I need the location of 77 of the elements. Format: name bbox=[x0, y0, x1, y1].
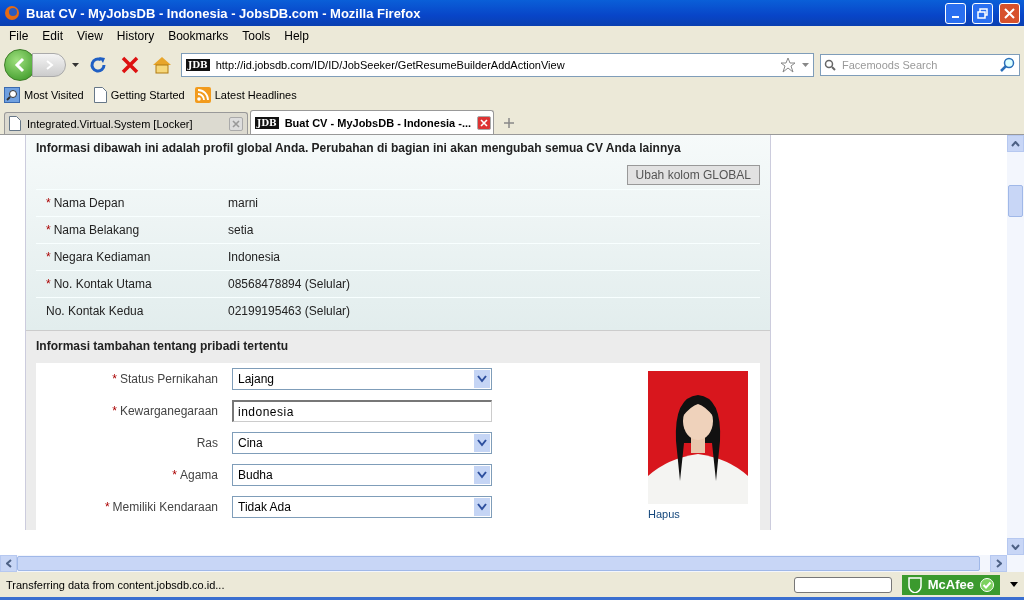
reload-icon bbox=[88, 55, 108, 75]
dropdown[interactable]: Budha bbox=[232, 464, 492, 486]
menu-item[interactable]: Edit bbox=[35, 29, 71, 43]
bookmark-link[interactable]: Getting Started bbox=[93, 87, 185, 103]
field-value: 08568478894 (Selular) bbox=[228, 277, 351, 291]
stop-icon bbox=[121, 56, 139, 74]
site-icon: JDB bbox=[255, 116, 279, 129]
field-value: setia bbox=[228, 223, 254, 237]
minimize-button[interactable] bbox=[945, 2, 966, 24]
search-icon[interactable] bbox=[1000, 57, 1016, 73]
menu-item[interactable]: View bbox=[70, 29, 110, 43]
field-label: * Nama Belakang bbox=[46, 223, 141, 237]
vertical-scrollbar[interactable] bbox=[1007, 135, 1024, 555]
close-icon bbox=[480, 118, 489, 127]
window-title: Buat CV - MyJobsDB - Indonesia - JobsDB.com - Mozilla Firefox bbox=[26, 5, 422, 21]
field-value: Indonesia bbox=[228, 250, 281, 264]
menu-item[interactable]: File bbox=[2, 29, 36, 43]
section-heading: Informasi tambahan tentang pribadi tertentu bbox=[36, 339, 290, 353]
notice-text: Informasi dibawah ini adalah profil global Anda. Perubahan di bagian ini akan mengubah semua CV Anda lainnya bbox=[36, 141, 681, 155]
menu-item[interactable]: History bbox=[109, 29, 162, 43]
field-label: * Memiliki Kendaraan bbox=[103, 500, 218, 514]
field-label: * Negara Kediaman bbox=[46, 250, 152, 264]
firefox-icon bbox=[4, 5, 20, 21]
page-icon bbox=[9, 116, 21, 131]
field-label: * Agama bbox=[171, 468, 218, 482]
browser-tab[interactable]: Integrated.Virtual.System [Locker] bbox=[4, 112, 248, 134]
menu-item[interactable]: Help bbox=[277, 29, 316, 43]
menu-item[interactable]: Bookmarks bbox=[161, 29, 236, 43]
field-label: * Nama Depan bbox=[46, 196, 126, 210]
forward-button[interactable] bbox=[32, 53, 66, 77]
field-label: Ras bbox=[195, 436, 218, 450]
close-icon bbox=[232, 119, 240, 128]
field-value: marni bbox=[228, 196, 258, 210]
search-field[interactable]: Facemoods Search bbox=[820, 54, 1020, 76]
dropdown[interactable]: Tidak Ada bbox=[232, 496, 492, 518]
star-icon[interactable] bbox=[780, 57, 796, 73]
scroll-thumb[interactable] bbox=[1008, 185, 1023, 217]
plus-icon bbox=[504, 118, 514, 128]
page-icon bbox=[93, 87, 107, 103]
search-icon bbox=[824, 59, 836, 71]
menu-item[interactable]: Tools bbox=[235, 29, 278, 43]
dropdown[interactable]: Cina bbox=[232, 432, 492, 454]
scroll-right-button[interactable] bbox=[990, 555, 1007, 572]
shield-icon bbox=[907, 576, 922, 593]
field-label: * No. Kontak Utama bbox=[46, 277, 153, 291]
field-label: * Status Pernikahan bbox=[111, 372, 218, 386]
input-field[interactable]: indonesia bbox=[232, 400, 492, 422]
horizontal-scrollbar[interactable] bbox=[0, 555, 1024, 572]
dropdown-arrow-icon[interactable] bbox=[1010, 582, 1018, 587]
dropdown-arrow-icon[interactable] bbox=[72, 63, 79, 67]
address-field[interactable]: JDB http://id.jobsdb.com/ID/ID/JobSeeker/GetResumeBuilderAddActionView bbox=[181, 53, 814, 77]
magnifier-icon bbox=[4, 87, 20, 103]
minimize-icon bbox=[952, 16, 959, 18]
addon-button[interactable]: McAfee bbox=[901, 574, 1000, 595]
feed-icon bbox=[194, 87, 211, 103]
scroll-thumb[interactable] bbox=[17, 556, 980, 571]
close-icon bbox=[1004, 7, 1015, 19]
dropdown[interactable]: Lajang bbox=[232, 368, 492, 390]
field-value: 02199195463 (Selular) bbox=[228, 304, 351, 318]
close-button[interactable] bbox=[999, 2, 1020, 24]
restore-icon bbox=[977, 7, 988, 19]
browser-tab[interactable]: JDB Buat CV - MyJobsDB - Indonesia -... bbox=[250, 110, 494, 134]
check-icon bbox=[980, 577, 994, 592]
scroll-down-button[interactable] bbox=[1007, 538, 1024, 555]
close-tab-button[interactable] bbox=[477, 115, 492, 130]
scroll-up-button[interactable] bbox=[1007, 135, 1024, 152]
field-label: No. Kontak Kedua bbox=[46, 304, 145, 318]
bookmark-link[interactable]: Latest Headlines bbox=[194, 87, 297, 103]
scroll-left-button[interactable] bbox=[0, 555, 17, 572]
edit-global-button[interactable]: Ubah kolom GLOBAL bbox=[626, 165, 760, 185]
restore-button[interactable] bbox=[972, 2, 993, 24]
delete-link[interactable]: Hapus bbox=[648, 508, 750, 520]
field-label: * Kewarganegaraan bbox=[111, 404, 218, 418]
bookmark-link[interactable]: Most Visited bbox=[4, 87, 84, 103]
site-icon: JDB bbox=[186, 59, 210, 71]
status-text: Transferring data from content.jobsdb.co.id... bbox=[6, 578, 226, 591]
home-icon bbox=[152, 56, 172, 74]
